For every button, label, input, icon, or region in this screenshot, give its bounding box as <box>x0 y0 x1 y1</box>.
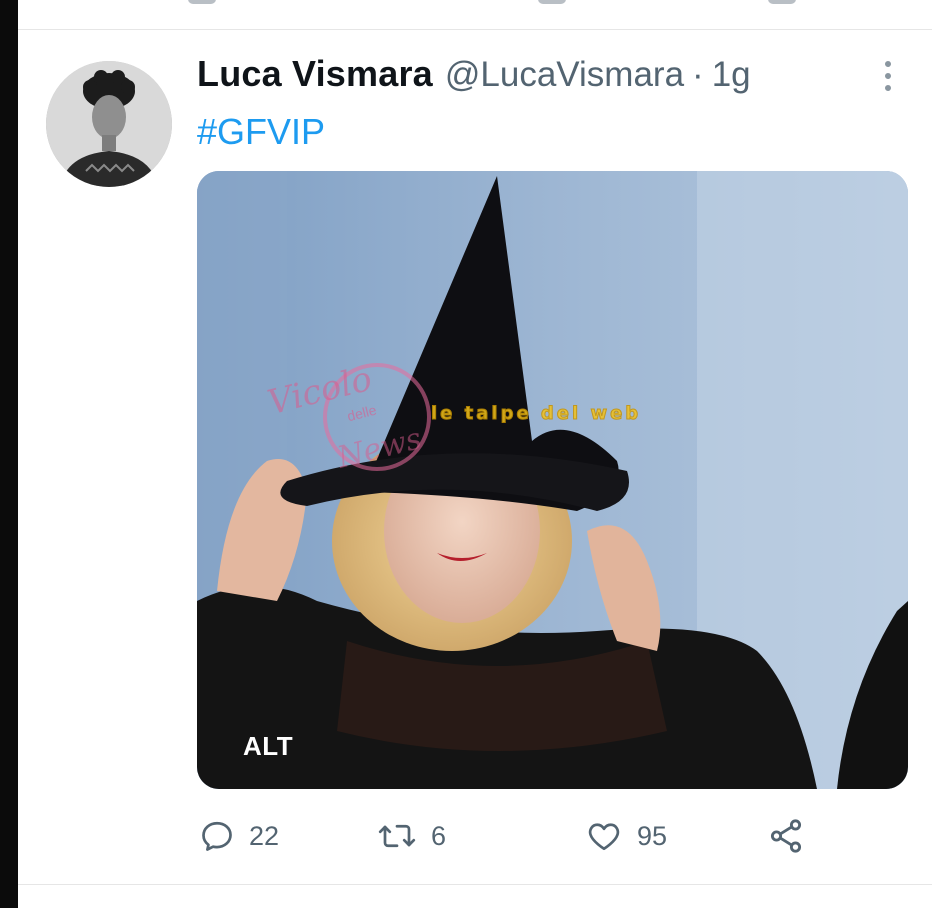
user-handle[interactable]: @LucaVismara <box>445 55 684 95</box>
timestamp[interactable]: 1g <box>712 55 751 95</box>
previous-tweet-fragment <box>18 0 932 30</box>
left-edge-bar <box>0 0 18 908</box>
alt-badge[interactable]: ALT <box>243 731 293 762</box>
retweet-button[interactable]: 6 <box>377 811 446 861</box>
hashtag-link[interactable]: #GFVIP <box>197 111 325 153</box>
tweet-divider <box>18 884 932 885</box>
reply-count: 22 <box>249 820 280 851</box>
reply-button[interactable]: 22 <box>199 811 279 861</box>
share-icon <box>770 819 802 853</box>
watermark-talpe: le talpe del web <box>430 403 642 425</box>
separator-dot: · <box>692 55 704 94</box>
fragment-mark <box>188 0 216 4</box>
avatar[interactable] <box>46 61 172 187</box>
share-button[interactable] <box>767 811 805 861</box>
avatar-portrait <box>46 61 172 187</box>
more-dot <box>885 61 891 67</box>
media-image <box>197 171 908 789</box>
retweet-icon <box>378 824 416 848</box>
reply-bubble-icon <box>202 821 232 851</box>
more-dot <box>885 85 891 91</box>
more-dot <box>885 73 891 79</box>
fragment-mark <box>768 0 796 4</box>
tweet-header: Luca Vismara @LucaVismara · 1g <box>197 53 751 103</box>
more-vertical-icon[interactable] <box>880 61 896 91</box>
heart-icon <box>588 823 620 851</box>
retweet-count: 6 <box>431 820 447 851</box>
fragment-mark <box>538 0 566 4</box>
tweet-actions: 22 6 95 <box>197 811 802 861</box>
tweet[interactable]: Luca Vismara @LucaVismara · 1g #GFVIP Vi… <box>18 31 932 884</box>
like-count: 95 <box>637 820 668 851</box>
like-button[interactable]: 95 <box>585 811 667 861</box>
tweet-media[interactable]: Vicolo delle News le talpe del web ALT <box>197 171 908 789</box>
display-name[interactable]: Luca Vismara <box>197 53 433 95</box>
